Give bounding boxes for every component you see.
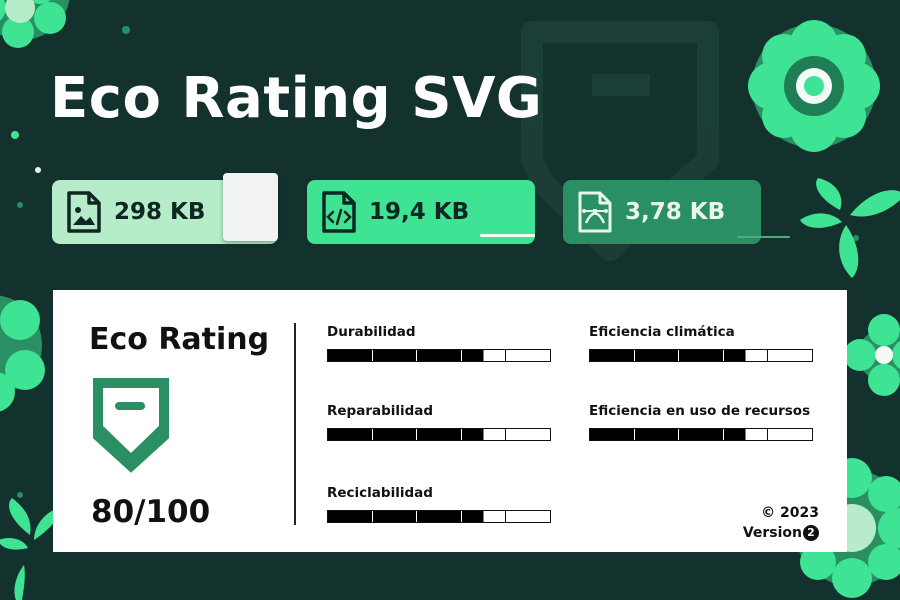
rating-segment: [634, 429, 680, 440]
file-size-value: 298 KB: [114, 199, 206, 225]
vector-file-icon: [573, 190, 617, 234]
code-underline: [480, 234, 535, 237]
metric-reparabilidad: Reparabilidad: [327, 403, 551, 441]
version-label: Version 2: [743, 523, 819, 543]
rating-segment: [372, 350, 418, 361]
rating-segment: [372, 429, 418, 440]
file-size-value: 19,4 KB: [369, 199, 470, 225]
rating-segment: [679, 429, 724, 440]
rating-segment: [461, 429, 507, 440]
rating-segment: [723, 429, 769, 440]
rating-bar: [589, 428, 813, 441]
flower-right-middle: [844, 314, 900, 396]
rating-segment: [679, 350, 724, 361]
rating-segment: [372, 511, 418, 522]
rating-segment: [461, 350, 507, 361]
metric-eficiencia-recursos: Eficiencia en uso de recursos: [589, 403, 813, 441]
leaf-branch-right: [800, 178, 900, 278]
rating-segment: [506, 511, 550, 522]
rating-segment: [417, 350, 462, 361]
card-divider: [294, 323, 296, 525]
rating-bar: [327, 510, 551, 523]
rating-bar: [589, 349, 813, 362]
eco-rating-card: Eco Rating 80/100 Durabilidad Eficiencia…: [53, 290, 847, 552]
file-size-value: 3,78 KB: [625, 199, 726, 225]
rating-segment: [461, 511, 507, 522]
eco-rating-shield-icon: [93, 378, 169, 479]
rating-segment: [723, 350, 769, 361]
original-thumbnail: [223, 173, 278, 241]
rating-segment: [590, 350, 635, 361]
deco-dot: [11, 131, 19, 139]
version-text: Version: [742, 525, 802, 541]
copyright-block: © 2023 Version 2: [743, 503, 819, 543]
rating-bar: [327, 349, 551, 362]
rating-segment: [328, 350, 373, 361]
metric-durabilidad: Durabilidad: [327, 324, 551, 362]
deco-dot: [35, 167, 41, 173]
rating-segment: [417, 429, 462, 440]
metric-label: Eficiencia climática: [589, 324, 735, 340]
eco-score: 80/100: [91, 494, 211, 530]
metric-label: Eficiencia en uso de recursos: [589, 403, 811, 419]
rating-segment: [768, 429, 812, 440]
metric-eficiencia-climatica: Eficiencia climática: [589, 324, 813, 362]
rating-segment: [328, 429, 373, 440]
card-title: Eco Rating: [89, 322, 270, 357]
rating-segment: [506, 429, 550, 440]
copyright-text: © 2023: [761, 505, 819, 521]
code-file-icon: [317, 190, 361, 234]
rating-segment: [417, 511, 462, 522]
rating-segment: [634, 350, 680, 361]
metric-reciclabilidad: Reciclabilidad: [327, 485, 551, 523]
rating-segment: [328, 511, 373, 522]
metric-label: Reciclabilidad: [327, 485, 433, 501]
metric-label: Durabilidad: [327, 324, 416, 340]
deco-dot: [122, 26, 130, 34]
image-file-icon: [62, 190, 106, 234]
deco-dot: [17, 492, 23, 498]
flower-top-right: [748, 20, 880, 152]
file-size-chip-optimized: 3,78 KB: [563, 180, 761, 244]
version-number-badge: 2: [803, 525, 819, 541]
rating-segment: [506, 350, 550, 361]
leaf-bottom-left: [0, 498, 59, 600]
rating-segment: [590, 429, 635, 440]
flower-left-middle: [0, 295, 45, 412]
optimized-underline: [737, 236, 790, 238]
page-title: Eco Rating SVG: [50, 66, 543, 131]
metric-label: Reparabilidad: [327, 403, 434, 419]
rating-segment: [768, 350, 812, 361]
deco-dot: [17, 202, 23, 208]
rating-bar: [327, 428, 551, 441]
flower-top-left: [0, 0, 70, 48]
